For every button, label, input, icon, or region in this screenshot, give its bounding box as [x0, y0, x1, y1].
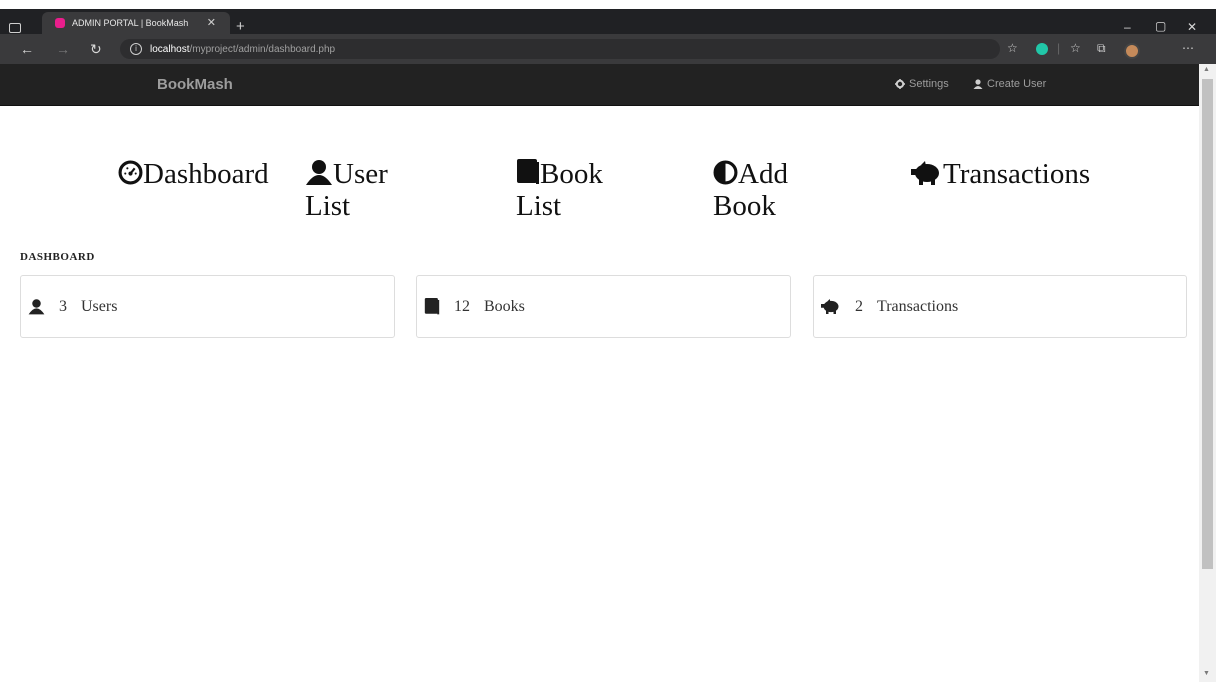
url-field[interactable]: i localhost/myproject/admin/dashboard.ph…	[120, 39, 1000, 59]
tab-title: ADMIN PORTAL | BookMash	[72, 18, 189, 28]
user-icon	[306, 160, 332, 185]
user-icon	[973, 79, 983, 89]
nav-user-list-line1: User	[333, 158, 388, 190]
nav-add-book[interactable]: Add Book	[713, 158, 788, 222]
nav-dashboard[interactable]: Dashboard	[118, 158, 269, 190]
page-scrollbar[interactable]: ▲ ▼	[1199, 64, 1216, 682]
book-icon	[517, 159, 539, 184]
url-host: localhost	[150, 43, 190, 55]
nav-user-list-line2: List	[305, 190, 351, 222]
toolbar-divider: |	[1057, 41, 1061, 55]
scroll-up-icon[interactable]: ▲	[1203, 66, 1210, 73]
nav-user-list[interactable]: User List	[305, 158, 388, 222]
new-tab-icon[interactable]: +	[236, 19, 245, 34]
books-count: 12	[454, 297, 470, 315]
stat-card-users[interactable]: 3 Users	[20, 275, 395, 338]
profile-avatar[interactable]	[1124, 43, 1140, 59]
user-icon	[28, 298, 45, 315]
collections-icon[interactable]: ⧉	[1097, 41, 1106, 56]
books-label: Books	[484, 297, 525, 315]
nav-dashboard-label: Dashboard	[143, 158, 269, 190]
piggy-bank-icon	[911, 161, 939, 185]
maximize-icon[interactable]: ▢	[1155, 19, 1166, 33]
favorite-add-icon[interactable]: ☆	[1007, 41, 1018, 55]
browser-address-bar: ← → ↻ i localhost/myproject/admin/dashbo…	[0, 34, 1216, 64]
cropped-top-strip	[0, 0, 1216, 9]
gear-icon	[895, 79, 905, 89]
settings-link[interactable]: Settings	[895, 78, 949, 90]
window-menu-icon[interactable]	[9, 23, 21, 33]
scroll-down-icon[interactable]: ▼	[1203, 670, 1210, 677]
tab-close-icon[interactable]: ✕	[207, 16, 216, 29]
browser-tab[interactable]: ADMIN PORTAL | BookMash ✕	[42, 12, 230, 34]
brand-link[interactable]: BookMash	[157, 76, 233, 93]
nav-add-book-line1: Add	[738, 158, 788, 190]
back-icon[interactable]: ←	[20, 42, 34, 56]
extension-icon[interactable]	[1036, 43, 1048, 55]
reload-icon[interactable]: ↻	[90, 42, 102, 56]
transactions-count: 2	[855, 297, 863, 315]
stat-card-transactions[interactable]: 2 Transactions	[813, 275, 1187, 338]
browser-tab-bar: ADMIN PORTAL | BookMash ✕ + – ▢ ✕	[0, 9, 1216, 34]
favorites-icon[interactable]: ☆	[1070, 41, 1081, 55]
users-count: 3	[59, 297, 67, 315]
create-user-link[interactable]: Create User	[973, 78, 1046, 90]
nav-add-book-line2: Book	[713, 190, 776, 222]
more-icon[interactable]: ⋯	[1182, 41, 1194, 55]
url-path: /myproject/admin/dashboard.php	[189, 43, 336, 55]
book-icon	[424, 298, 440, 315]
half-circle-icon	[713, 160, 738, 185]
stat-card-books[interactable]: 12 Books	[416, 275, 791, 338]
site-info-icon[interactable]: i	[130, 43, 142, 55]
nav-transactions-label: Transactions	[943, 158, 1091, 190]
nav-book-list-line2: List	[516, 190, 562, 222]
piggy-bank-icon	[821, 299, 841, 314]
close-window-icon[interactable]: ✕	[1187, 20, 1197, 34]
settings-label: Settings	[909, 78, 949, 90]
scrollbar-thumb[interactable]	[1202, 79, 1213, 569]
tab-favicon-icon	[55, 18, 65, 28]
users-label: Users	[81, 297, 118, 315]
nav-book-list[interactable]: Book List	[516, 158, 603, 222]
create-user-label: Create User	[987, 78, 1047, 90]
transactions-label: Transactions	[877, 297, 959, 315]
site-navbar: BookMash Settings Create User	[0, 64, 1199, 106]
nav-transactions[interactable]: Transactions	[911, 158, 1090, 190]
nav-book-list-line1: Book	[540, 158, 603, 190]
dashboard-gauge-icon	[118, 160, 143, 185]
forward-icon[interactable]: →	[56, 42, 70, 56]
minimize-icon[interactable]: –	[1124, 20, 1131, 34]
dashboard-heading: DASHBOARD	[20, 251, 95, 263]
